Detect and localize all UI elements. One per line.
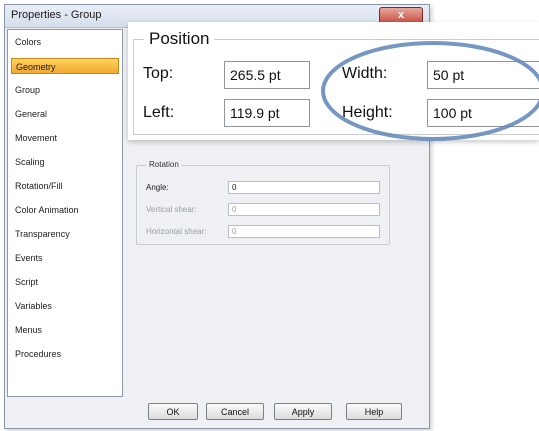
horizontal-shear-label: Horizontal shear: [146, 227, 207, 236]
sidebar-item-transparency[interactable]: Transparency [11, 226, 119, 242]
sidebar-item-colors[interactable]: Colors [11, 34, 119, 50]
sidebar-item-events[interactable]: Events [11, 250, 119, 266]
cancel-button[interactable]: Cancel [206, 403, 264, 420]
close-icon: x [397, 9, 405, 21]
sidebar-item-scaling[interactable]: Scaling [11, 154, 119, 170]
rotation-title: Rotation [146, 160, 182, 169]
help-button[interactable]: Help [346, 403, 402, 420]
width-label: Width: [342, 65, 388, 82]
left-label: Left: [143, 104, 175, 121]
sidebar-item-movement[interactable]: Movement [11, 130, 119, 146]
apply-button[interactable]: Apply [274, 403, 332, 420]
width-input[interactable]: 50 pt [427, 61, 539, 89]
sidebar-item-geometry[interactable]: Geometry [11, 58, 119, 74]
top-label: Top: [143, 65, 174, 82]
sidebar-item-variables[interactable]: Variables [11, 298, 119, 314]
category-list: Colors Geometry Group General Movement S… [7, 29, 123, 397]
sidebar-item-procedures[interactable]: Procedures [11, 346, 119, 362]
angle-label: Angle: [146, 183, 169, 192]
top-input[interactable]: 265.5 pt [224, 61, 310, 89]
height-input[interactable]: 100 pt [427, 99, 539, 127]
angle-input[interactable]: 0 [228, 181, 380, 194]
vertical-shear-label: Vertical shear: [146, 205, 197, 214]
sidebar-item-general[interactable]: General [11, 106, 119, 122]
position-title: Position [144, 29, 215, 49]
ok-button[interactable]: OK [148, 403, 198, 420]
sidebar-item-script[interactable]: Script [11, 274, 119, 290]
vertical-shear-input[interactable]: 0 [228, 203, 380, 216]
sidebar-item-group[interactable]: Group [11, 82, 119, 98]
sidebar-item-rotation-fill[interactable]: Rotation/Fill [11, 178, 119, 194]
height-label: Height: [342, 104, 393, 121]
sidebar-item-color-animation[interactable]: Color Animation [11, 202, 119, 218]
horizontal-shear-input[interactable]: 0 [228, 225, 380, 238]
dialog-title: Properties - Group [11, 9, 102, 21]
left-input[interactable]: 119.9 pt [224, 99, 310, 127]
sidebar-item-menus[interactable]: Menus [11, 322, 119, 338]
